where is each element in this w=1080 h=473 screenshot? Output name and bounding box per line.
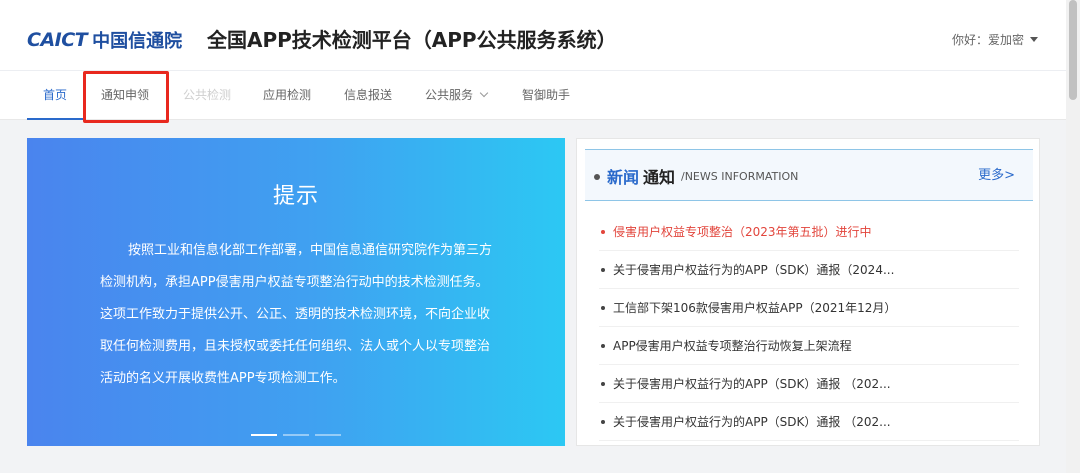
news-title-accent: 新闻 — [607, 168, 640, 187]
nav-public-service[interactable]: 公共服务 — [425, 71, 489, 120]
news-title-rest: 通知 — [643, 168, 676, 187]
scrollbar-thumb[interactable] — [1069, 0, 1077, 100]
nav-info-report[interactable]: 信息报送 — [344, 71, 392, 120]
caret-down-icon — [1030, 37, 1038, 42]
site-title: 全国APP技术检测平台（APP公共服务系统） — [207, 28, 617, 52]
logo-latin: CAICT — [27, 29, 88, 51]
caict-logo[interactable]: CAICT 中国信通院 — [27, 26, 182, 54]
banner-title: 提示 — [272, 184, 319, 209]
news-item[interactable]: 关于侵害用户权益行为的APP（SDK）通报 （202... — [599, 365, 1019, 403]
nav-public-testing: 公共检测 — [183, 88, 232, 102]
carousel-dot[interactable] — [315, 434, 341, 436]
news-item[interactable]: 侵害用户权益专项整治（2023年第五批）进行中 — [599, 213, 1019, 251]
nav-home[interactable]: 首页 — [27, 71, 83, 120]
logo-chinese: 中国信通院 — [92, 31, 183, 52]
news-item[interactable]: 工信部下架106款侵害用户权益APP（2021年12月） — [599, 289, 1019, 327]
news-more-link[interactable]: 更多> — [978, 164, 1015, 183]
news-header: 新闻 通知 /NEWS INFORMATION 更多> — [585, 149, 1033, 201]
annotation-highlight-box — [83, 71, 169, 123]
news-item[interactable]: APP侵害用户权益专项整治行动恢复上架流程 — [599, 327, 1019, 365]
user-greeting: 你好：爱加密 — [951, 33, 1024, 47]
chevron-down-icon — [479, 88, 489, 98]
notice-banner: 提示 按照工业和信息化部工作部署，中国信息通信研究院作为第三方检测机构，承担AP… — [27, 138, 565, 446]
header: CAICT 中国信通院 全国APP技术检测平台（APP公共服务系统） 你好：爱加… — [0, 0, 1066, 70]
carousel-dot[interactable] — [251, 434, 277, 436]
page-scrollbar[interactable] — [1066, 0, 1080, 473]
user-menu[interactable]: 你好：爱加密 — [952, 31, 1038, 48]
nav-smart-assistant[interactable]: 智御助手 — [522, 71, 570, 120]
news-item[interactable]: 关于侵害用户权益行为的APP（SDK）通报（2024... — [599, 251, 1019, 289]
carousel-dot[interactable] — [283, 434, 309, 436]
news-title-en: /NEWS INFORMATION — [681, 170, 799, 183]
news-item[interactable]: 关于侵害用户权益行为的APP（SDK）通报 （202... — [599, 403, 1019, 441]
news-list: 侵害用户权益专项整治（2023年第五批）进行中 关于侵害用户权益行为的APP（S… — [599, 213, 1019, 441]
nav-app-testing[interactable]: 应用检测 — [263, 71, 311, 120]
news-panel: 新闻 通知 /NEWS INFORMATION 更多> 侵害用户权益专项整治（2… — [576, 138, 1040, 446]
banner-body: 按照工业和信息化部工作部署，中国信息通信研究院作为第三方检测机构，承担APP侵害… — [100, 243, 493, 386]
bullet-icon — [594, 174, 600, 180]
carousel-indicators — [251, 434, 341, 436]
